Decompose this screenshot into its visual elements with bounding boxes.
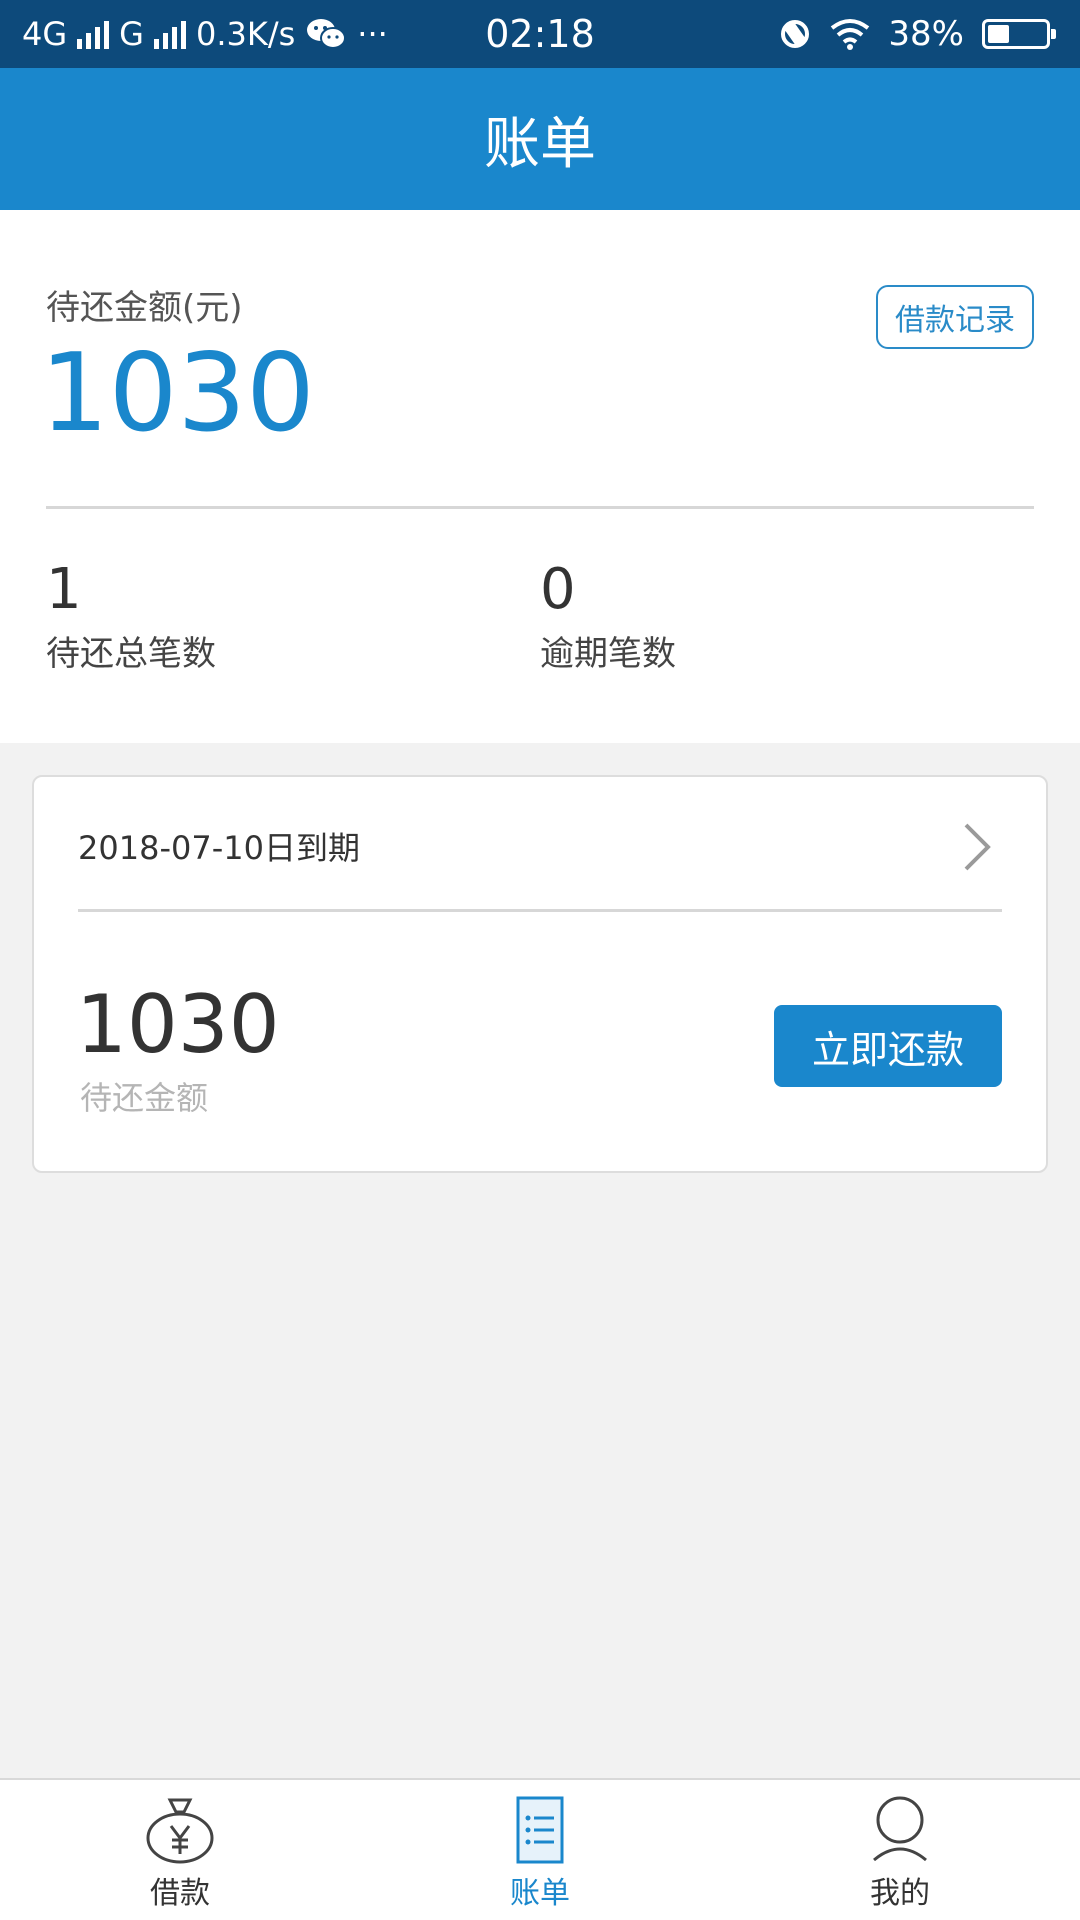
- user-icon: [873, 1796, 927, 1862]
- nav-item-loan[interactable]: 借款: [80, 1794, 280, 1912]
- status-bar: 4G G 0.3K/s ··· 02:18 38%: [0, 0, 1080, 68]
- pending-count-value: 1: [46, 557, 82, 622]
- overdue-count-stat: 0 逾期笔数: [540, 562, 676, 675]
- divider: [46, 506, 1034, 509]
- pending-count-stat: 1 待还总笔数: [46, 562, 216, 675]
- pending-count-label: 待还总笔数: [46, 634, 216, 674]
- app-header: 账单: [0, 68, 1080, 210]
- wifi-icon: [831, 19, 870, 50]
- bottom-nav: 借款 账单 我的: [0, 1778, 1080, 1920]
- repay-now-button[interactable]: 立即还款: [774, 1005, 1002, 1087]
- status-bar-right: 38%: [778, 10, 1056, 58]
- bill-list-icon: [516, 1796, 564, 1864]
- bill-amount: 1030: [76, 978, 280, 1071]
- rotation-lock-icon: [781, 20, 810, 48]
- overdue-count-value: 0: [540, 557, 576, 622]
- bill-card: 2018-07-10日到期 1030 待还金额 立即还款: [32, 775, 1048, 1173]
- battery-icon: [982, 19, 1056, 49]
- overdue-count-label: 逾期笔数: [540, 634, 676, 674]
- loan-record-button[interactable]: 借款记录: [876, 285, 1034, 349]
- bill-due-date[interactable]: 2018-07-10日到期: [78, 823, 360, 869]
- battery-percent: 38%: [888, 14, 964, 54]
- clock: 02:18: [485, 12, 595, 56]
- nav-label-mine: 我的: [870, 1876, 930, 1911]
- nav-label-loan: 借款: [150, 1876, 210, 1911]
- due-amount-label: 待还金额(元): [46, 288, 243, 328]
- bill-amount-label: 待还金额: [80, 1079, 209, 1117]
- page-title: 账单: [484, 111, 596, 177]
- nav-label-bill: 账单: [510, 1876, 570, 1911]
- nav-item-mine[interactable]: 我的: [800, 1794, 1000, 1912]
- chevron-right-icon[interactable]: [948, 819, 1004, 875]
- money-bag-icon: [146, 1798, 214, 1864]
- nav-item-bill[interactable]: 账单: [440, 1794, 640, 1912]
- due-amount-value: 1030: [40, 331, 315, 456]
- summary-panel: 待还金额(元) 1030 借款记录 1 待还总笔数 0 逾期笔数: [0, 210, 1080, 743]
- card-divider: [78, 909, 1002, 912]
